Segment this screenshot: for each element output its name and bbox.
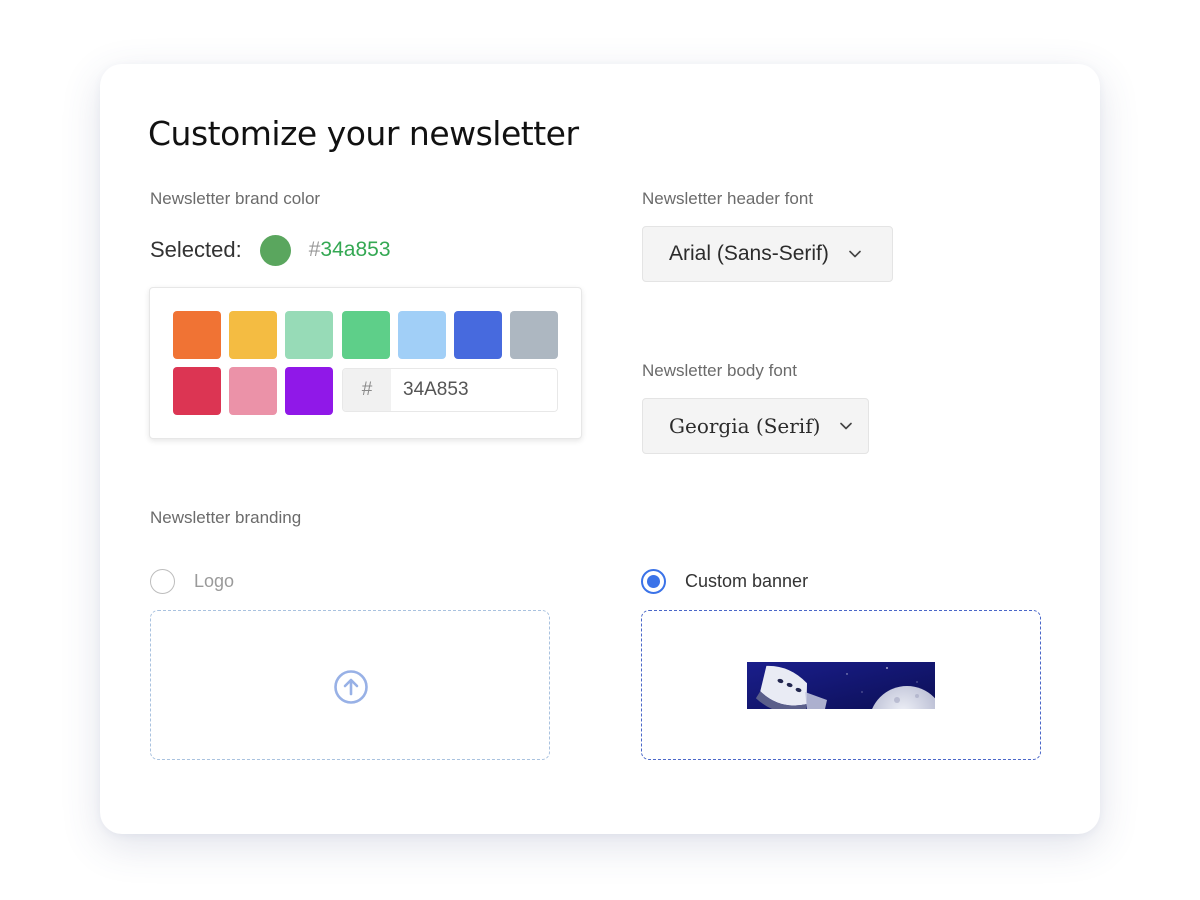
banner-image xyxy=(747,662,935,709)
hex-prefix: # xyxy=(343,369,391,411)
selected-label: Selected: xyxy=(150,237,242,262)
swatch-yellow[interactable] xyxy=(229,311,277,359)
header-font-value: Arial (Sans-Serif) xyxy=(669,242,829,265)
selected-hex-value: 34a853 xyxy=(320,238,391,261)
swatch-blue[interactable] xyxy=(454,311,502,359)
selected-hash: # xyxy=(308,238,321,261)
header-font-select[interactable]: Arial (Sans-Serif) xyxy=(642,226,893,282)
selected-color-row: Selected: #34a853 xyxy=(150,232,391,268)
page-title: Customize your newsletter xyxy=(148,114,579,153)
body-font-label: Newsletter body font xyxy=(642,361,797,380)
swatch-green[interactable] xyxy=(342,311,390,359)
color-palette: # xyxy=(149,287,582,439)
radio-logo-label: Logo xyxy=(194,571,235,591)
customize-newsletter-card: Customize your newsletter Newsletter bra… xyxy=(100,64,1100,834)
swatch-red[interactable] xyxy=(173,367,221,415)
swatch-pink[interactable] xyxy=(229,367,277,415)
hex-input-group: # xyxy=(342,368,558,412)
branding-label: Newsletter branding xyxy=(150,508,302,527)
custom-banner-dropzone[interactable] xyxy=(641,610,1041,760)
hex-color-input[interactable] xyxy=(391,369,557,411)
swatch-light-blue[interactable] xyxy=(398,311,446,359)
logo-upload-dropzone[interactable] xyxy=(150,610,550,760)
chevron-down-icon xyxy=(849,250,861,258)
swatch-gray[interactable] xyxy=(510,311,558,359)
selected-color-hex: #34a853 xyxy=(309,238,391,262)
radio-logo-circle[interactable] xyxy=(150,569,175,594)
radio-custom-banner[interactable]: Custom banner xyxy=(641,569,808,594)
header-font-label: Newsletter header font xyxy=(642,189,814,208)
swatch-orange[interactable] xyxy=(173,311,221,359)
body-font-value: Georgia (Serif) xyxy=(669,414,821,438)
selected-color-dot xyxy=(259,234,291,266)
swatch-purple[interactable] xyxy=(285,367,333,415)
swatch-mint[interactable] xyxy=(285,311,333,359)
chevron-down-icon xyxy=(840,422,853,430)
radio-custom-banner-circle[interactable] xyxy=(641,569,666,594)
upload-arrow-circle-icon[interactable] xyxy=(333,669,369,705)
brand-color-label: Newsletter brand color xyxy=(150,189,321,208)
radio-logo[interactable]: Logo xyxy=(150,569,234,594)
body-font-select[interactable]: Georgia (Serif) xyxy=(642,398,869,454)
radio-custom-banner-label: Custom banner xyxy=(685,571,809,591)
